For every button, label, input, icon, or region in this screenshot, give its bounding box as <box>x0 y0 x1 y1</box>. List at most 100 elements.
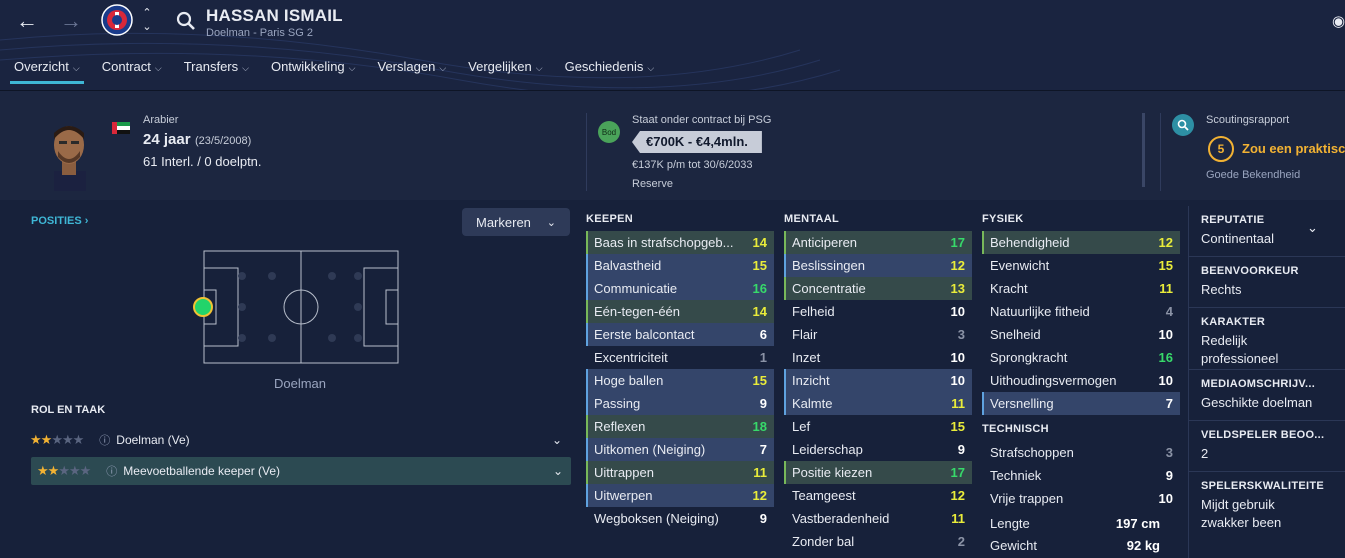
tab-bar: Overzicht ⌵ Contract ⌵ Transfers ⌵ Ontwikke… <box>10 56 676 84</box>
role-label: Doelman (Ve) <box>116 433 190 447</box>
attribute-row[interactable]: Techniek 9 <box>982 464 1180 487</box>
attribute-value: 10 <box>1158 373 1173 388</box>
attribute-row[interactable]: Flair 3 <box>784 323 972 346</box>
player-header: Arabier 24 jaar (23/5/2008) 61 Interl. /… <box>0 90 1345 200</box>
attribute-row[interactable]: Uitwerpen 12 <box>586 484 774 507</box>
attribute-name: Uitwerpen <box>594 488 653 503</box>
attribute-value: 14 <box>752 304 767 319</box>
attribute-row[interactable]: Natuurlijke fitheid 4 <box>982 300 1180 323</box>
tab-transfers[interactable]: Transfers ⌵ <box>184 56 249 84</box>
forward-arrow-icon[interactable]: → <box>58 8 84 34</box>
attribute-row[interactable]: Reflexen 18 <box>586 415 774 438</box>
role-row[interactable]: ★★★★★ ⓘ Doelman (Ve) ⌄ <box>30 427 570 453</box>
attribute-row[interactable]: Hoge ballen 15 <box>586 369 774 392</box>
attribute-row[interactable]: Communicatie 16 <box>586 277 774 300</box>
attribute-row[interactable]: Felheid 10 <box>784 300 972 323</box>
physical-stat-row: Lengte 197 cm <box>982 512 1180 534</box>
attribute-value: 9 <box>759 396 767 411</box>
attribute-row[interactable]: Beslissingen 12 <box>784 254 972 277</box>
info-character: KARAKTER Redelijk professioneel <box>1189 308 1345 370</box>
info-panel: REPUTATIE Continentaal ⌄ BEENVOORKEUR Re… <box>1188 206 1345 558</box>
search-icon[interactable] <box>175 10 197 32</box>
chevron-down-icon[interactable]: ⌄ <box>553 464 563 478</box>
transfer-value-tag[interactable]: €700K - €4,4mln. <box>632 131 762 153</box>
attribute-row[interactable]: Wegboksen (Neiging) 9 <box>586 507 774 530</box>
attribute-row[interactable]: Behendigheid 12 <box>982 231 1180 254</box>
attribute-value: 17 <box>950 235 965 250</box>
chevron-down-icon[interactable]: ⌄ <box>1307 220 1318 236</box>
attribute-name: Teamgeest <box>792 488 856 503</box>
attribute-row[interactable]: Passing 9 <box>586 392 774 415</box>
info-icon[interactable]: ⓘ <box>99 432 110 448</box>
tab-verslagen[interactable]: Verslagen ⌵ <box>377 56 446 84</box>
tab-overzicht[interactable]: Overzicht ⌵ <box>10 56 84 84</box>
tab-contract[interactable]: Contract ⌵ <box>102 56 162 84</box>
attribute-row[interactable]: Excentriciteit 1 <box>586 346 774 369</box>
attribute-row[interactable]: Snelheid 10 <box>982 323 1180 346</box>
attribute-row[interactable]: Versnelling 7 <box>982 392 1180 415</box>
attribute-name: Inzet <box>792 350 821 365</box>
attribute-row[interactable]: Kracht 11 <box>982 277 1180 300</box>
position-marker[interactable] <box>193 297 213 317</box>
attribute-value: 11 <box>951 511 965 526</box>
bid-badge[interactable]: Bod <box>598 121 620 143</box>
tab-vergelijken[interactable]: Vergelijken ⌵ <box>468 56 542 84</box>
attribute-row[interactable]: Eén-tegen-één 14 <box>586 300 774 323</box>
attribute-row[interactable]: Kalmte 11 <box>784 392 972 415</box>
nationality: Arabier <box>143 114 179 126</box>
contract-wage: €137K p/m tot 30/6/2033 <box>632 159 753 171</box>
attribute-row[interactable]: Positie kiezen 17 <box>784 461 972 484</box>
attribute-row[interactable]: Uittrappen 11 <box>586 461 774 484</box>
mark-button[interactable]: Markeren ⌄ <box>462 208 570 236</box>
attribute-row[interactable]: Eerste balcontact 6 <box>586 323 774 346</box>
attribute-row[interactable]: Leiderschap 9 <box>784 438 972 461</box>
magnifier-icon[interactable] <box>1172 114 1194 136</box>
role-row-selected[interactable]: ★★★★★ ⓘ Meevoetballende keeper (Ve) ⌄ <box>31 457 571 485</box>
globe-icon[interactable]: ◉ <box>1332 10 1345 32</box>
attribute-name: Evenwicht <box>990 258 1050 273</box>
positions-link[interactable]: POSITIES › <box>31 215 88 227</box>
attribute-row[interactable]: Uithoudingsvermogen 10 <box>982 369 1180 392</box>
attribute-value: 12 <box>1158 235 1173 250</box>
attribute-row[interactable]: Concentratie 13 <box>784 277 972 300</box>
attribute-row[interactable]: Vastberadenheid 11 <box>784 507 972 530</box>
back-arrow-icon[interactable]: ← <box>14 8 40 34</box>
attribute-row[interactable]: Zonder bal 2 <box>784 530 972 553</box>
info-icon[interactable]: ⓘ <box>106 463 117 479</box>
attribute-value: 1 <box>759 350 767 365</box>
club-crest-icon[interactable] <box>101 4 133 36</box>
chevron-down-icon: ⌄ <box>546 217 556 229</box>
chevron-down-icon[interactable]: ⌄ <box>552 433 562 447</box>
attribute-row[interactable]: Baas in strafschopgeb... 14 <box>586 231 774 254</box>
attribute-value: 9 <box>957 442 965 457</box>
attribute-value: 17 <box>950 465 965 480</box>
attribute-row[interactable]: Anticiperen 17 <box>784 231 972 254</box>
info-media: MEDIAOMSCHRIJV... Geschikte doelman <box>1189 370 1345 421</box>
attribute-name: Anticiperen <box>792 235 858 250</box>
tab-geschiedenis[interactable]: Geschiedenis ⌵ <box>565 56 655 84</box>
attribute-name: Balvastheid <box>594 258 662 273</box>
attribute-row[interactable]: Sprongkracht 16 <box>982 346 1180 369</box>
chevron-down-icon[interactable]: ⌄ <box>140 20 154 33</box>
attribute-row[interactable]: Vrije trappen 10 <box>982 487 1180 510</box>
attribute-row[interactable]: Inzicht 10 <box>784 369 972 392</box>
attribute-row[interactable]: Evenwicht 15 <box>982 254 1180 277</box>
attribute-name: Kalmte <box>792 396 833 411</box>
attribute-value: 15 <box>950 419 965 434</box>
attribute-row[interactable]: Teamgeest 12 <box>784 484 972 507</box>
attribute-value: 10 <box>1158 327 1173 342</box>
scrollbar[interactable] <box>1142 113 1145 187</box>
attribute-row[interactable]: Inzet 10 <box>784 346 972 369</box>
attribute-row[interactable]: Strafschoppen 3 <box>982 441 1180 464</box>
chevron-up-icon[interactable]: ⌃ <box>140 6 154 19</box>
attribute-row[interactable]: Balvastheid 15 <box>586 254 774 277</box>
scouting-verdict[interactable]: Zou een praktisc <box>1242 141 1345 156</box>
attribute-value: 9 <box>1165 468 1173 483</box>
attribute-row[interactable]: Uitkomen (Neiging) 7 <box>586 438 774 461</box>
tab-ontwikkeling[interactable]: Ontwikkeling ⌵ <box>271 56 356 84</box>
player-caps: 61 Interl. / 0 doelptn. <box>143 154 262 169</box>
physical-stat-row: Gewicht 92 kg <box>982 534 1180 556</box>
attribute-name: Snelheid <box>990 327 1041 342</box>
attribute-name: Flair <box>792 327 818 342</box>
attribute-row[interactable]: Lef 15 <box>784 415 972 438</box>
